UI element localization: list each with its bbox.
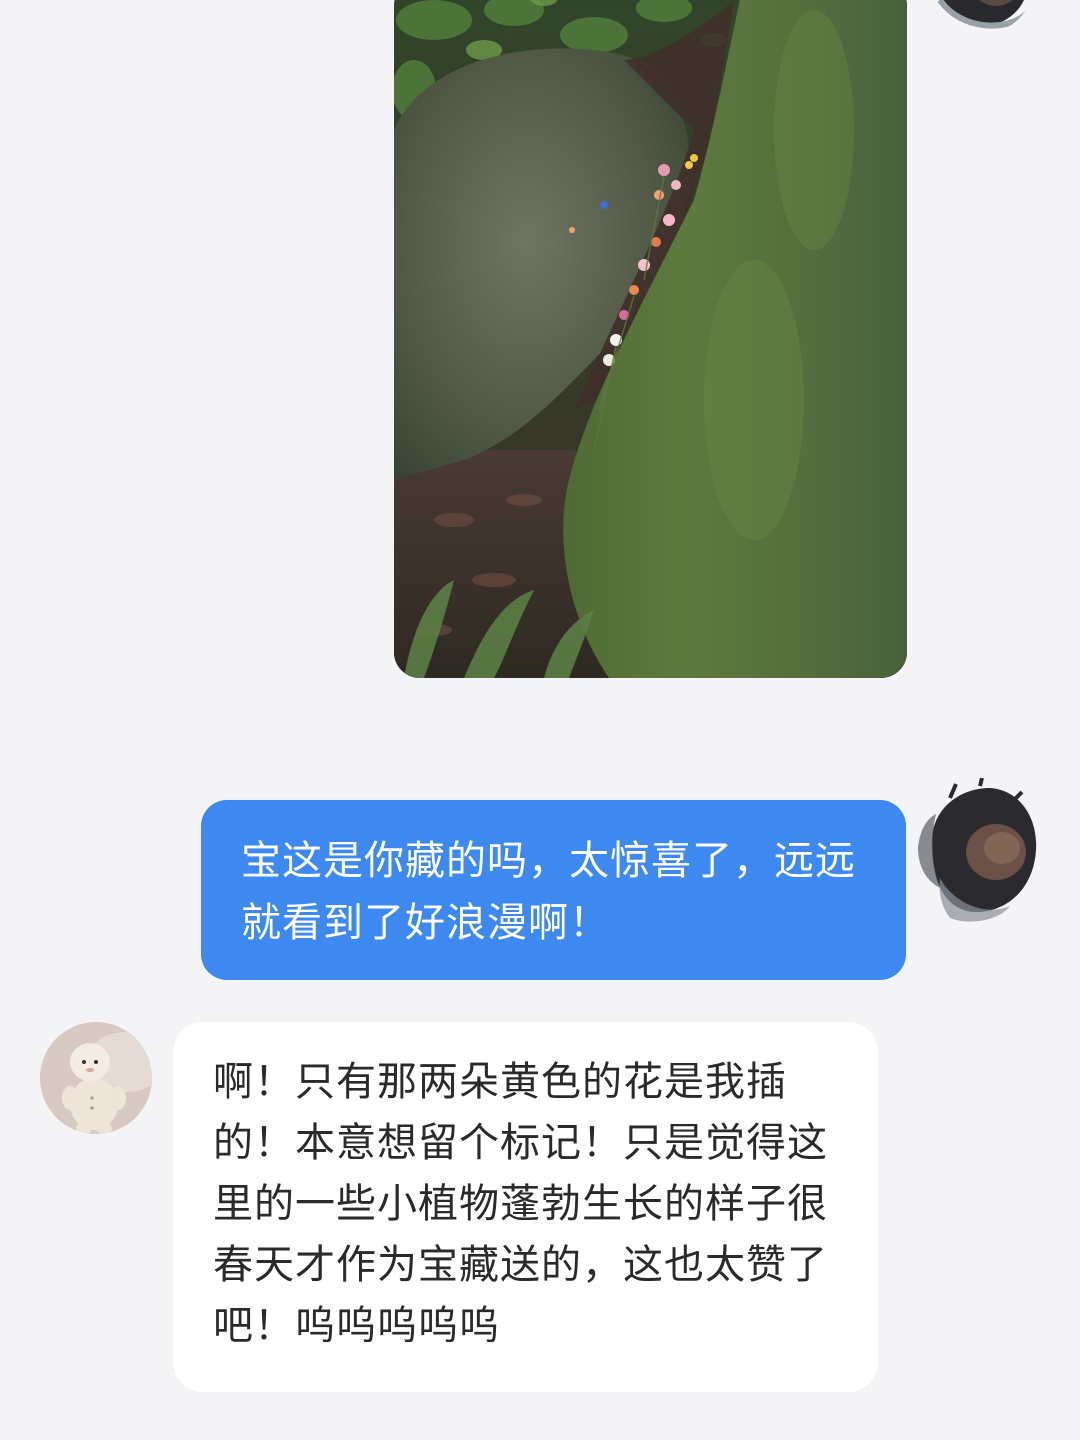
ink-splash-avatar-icon (930, 0, 1034, 34)
my-avatar-top[interactable] (930, 0, 1034, 34)
plush-toy-avatar-icon (40, 1022, 152, 1134)
forest-photo-image (394, 0, 907, 678)
chat-screen: 宝这是你藏的吗，太惊喜了，远远就看到了好浪漫啊！ 啊！只有那两朵黄色的花是我插的… (0, 0, 1080, 1440)
shared-photo-message[interactable] (394, 0, 907, 678)
my-avatar[interactable] (910, 778, 1042, 928)
outgoing-message-bubble[interactable]: 宝这是你藏的吗，太惊喜了，远远就看到了好浪漫啊！ (201, 800, 906, 980)
ink-splash-avatar-icon (918, 778, 1037, 922)
incoming-message-text: 啊！只有那两朵黄色的花是我插的！本意想留个标记！只是觉得这里的一些小植物蓬勃生长… (213, 1059, 828, 1349)
outgoing-message-text: 宝这是你藏的吗，太惊喜了，远远就看到了好浪漫啊！ (241, 838, 856, 946)
incoming-message-bubble[interactable]: 啊！只有那两朵黄色的花是我插的！本意想留个标记！只是觉得这里的一些小植物蓬勃生长… (173, 1022, 878, 1392)
friend-avatar[interactable] (40, 1022, 152, 1134)
